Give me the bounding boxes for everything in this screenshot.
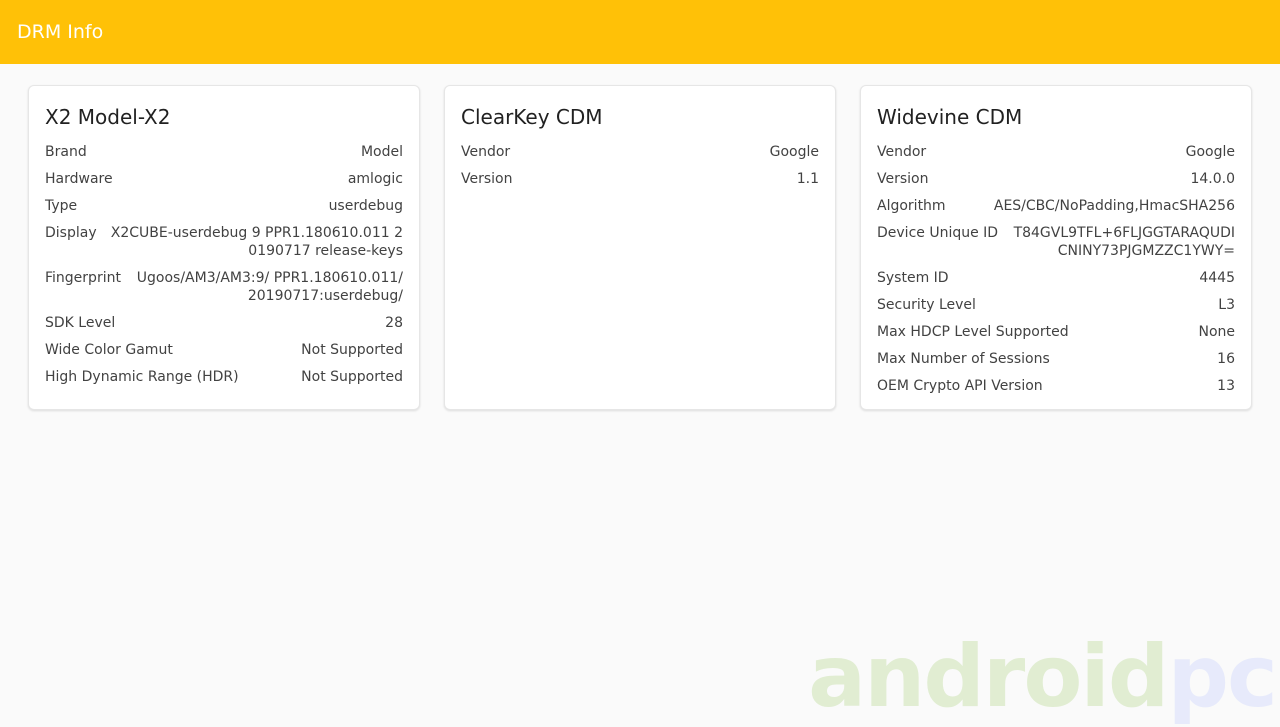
info-row-version: Version 14.0.0 — [877, 170, 1235, 188]
info-row-system-id: System ID 4445 — [877, 269, 1235, 287]
row-label: High Dynamic Range (HDR) — [45, 368, 251, 386]
row-value: amlogic — [125, 170, 403, 188]
app-title: DRM Info — [17, 21, 103, 43]
info-row-security-level: Security Level L3 — [877, 296, 1235, 314]
info-row-vendor: Vendor Google — [461, 143, 819, 161]
row-value: Ugoos/AM3/AM3:9/ PPR1.180610.011/2019071… — [133, 269, 403, 305]
row-label: SDK Level — [45, 314, 127, 332]
androidpc-watermark-logo: androidpc — [808, 634, 1276, 720]
card-widevine-cdm: Widevine CDM Vendor Google Version 14.0.… — [860, 85, 1252, 410]
info-row-hardware: Hardware amlogic — [45, 170, 403, 188]
row-value: Not Supported — [251, 368, 403, 386]
row-label: Vendor — [877, 143, 938, 161]
card-device-info: X2 Model-X2 Brand Model Hardware amlogic… — [28, 85, 420, 410]
row-label: Max Number of Sessions — [877, 350, 1062, 368]
info-row-max-sessions: Max Number of Sessions 16 — [877, 350, 1235, 368]
row-value: 14.0.0 — [940, 170, 1235, 188]
info-row-device-unique-id: Device Unique ID T84GVL9TFL+6FLJGGTARAQU… — [877, 224, 1235, 260]
app-bar: DRM Info — [0, 0, 1280, 64]
info-row-hdr: High Dynamic Range (HDR) Not Supported — [45, 368, 403, 386]
row-label: Device Unique ID — [877, 224, 1010, 242]
row-value: AES/CBC/NoPadding,HmacSHA256 — [958, 197, 1235, 215]
row-value: Model — [99, 143, 403, 161]
row-value: 4445 — [961, 269, 1235, 287]
info-row-sdk-level: SDK Level 28 — [45, 314, 403, 332]
row-value: userdebug — [89, 197, 403, 215]
info-row-type: Type userdebug — [45, 197, 403, 215]
row-label: Fingerprint — [45, 269, 133, 287]
row-value: 1.1 — [524, 170, 819, 188]
info-row-oem-crypto-api-version: OEM Crypto API Version 13 — [877, 377, 1235, 395]
row-value: X2CUBE-userdebug 9 PPR1.180610.011 20190… — [109, 224, 403, 260]
watermark-part-2: pc — [1167, 627, 1276, 727]
row-label: Brand — [45, 143, 99, 161]
card-title: ClearKey CDM — [461, 103, 819, 131]
card-title: X2 Model-X2 — [45, 103, 403, 131]
info-row-display: Display X2CUBE-userdebug 9 PPR1.180610.0… — [45, 224, 403, 260]
row-label: Algorithm — [877, 197, 958, 215]
row-value: None — [1081, 323, 1235, 341]
row-label: Type — [45, 197, 89, 215]
row-value: L3 — [988, 296, 1235, 314]
row-label: Display — [45, 224, 109, 242]
row-value: 28 — [127, 314, 403, 332]
watermark-part-1: android — [808, 627, 1167, 727]
row-value: 16 — [1062, 350, 1235, 368]
info-row-version: Version 1.1 — [461, 170, 819, 188]
row-label: Security Level — [877, 296, 988, 314]
row-label: Max HDCP Level Supported — [877, 323, 1081, 341]
info-row-max-hdcp-level: Max HDCP Level Supported None — [877, 323, 1235, 341]
row-label: Hardware — [45, 170, 125, 188]
info-row-algorithm: Algorithm AES/CBC/NoPadding,HmacSHA256 — [877, 197, 1235, 215]
info-row-wide-color-gamut: Wide Color Gamut Not Supported — [45, 341, 403, 359]
row-value: T84GVL9TFL+6FLJGGTARAQUDICNINY73PJGMZZC1… — [1010, 224, 1235, 260]
card-title: Widevine CDM — [877, 103, 1235, 131]
row-label: System ID — [877, 269, 961, 287]
info-row-brand: Brand Model — [45, 143, 403, 161]
cards-container: X2 Model-X2 Brand Model Hardware amlogic… — [28, 85, 1252, 410]
row-label: OEM Crypto API Version — [877, 377, 1055, 395]
row-label: Vendor — [461, 143, 522, 161]
row-label: Version — [877, 170, 940, 188]
row-label: Version — [461, 170, 524, 188]
row-label: Wide Color Gamut — [45, 341, 185, 359]
row-value: Google — [522, 143, 819, 161]
row-value: Not Supported — [185, 341, 403, 359]
row-value: Google — [938, 143, 1235, 161]
info-row-vendor: Vendor Google — [877, 143, 1235, 161]
info-row-fingerprint: Fingerprint Ugoos/AM3/AM3:9/ PPR1.180610… — [45, 269, 403, 305]
row-value: 13 — [1055, 377, 1235, 395]
card-clearkey-cdm: ClearKey CDM Vendor Google Version 1.1 — [444, 85, 836, 410]
